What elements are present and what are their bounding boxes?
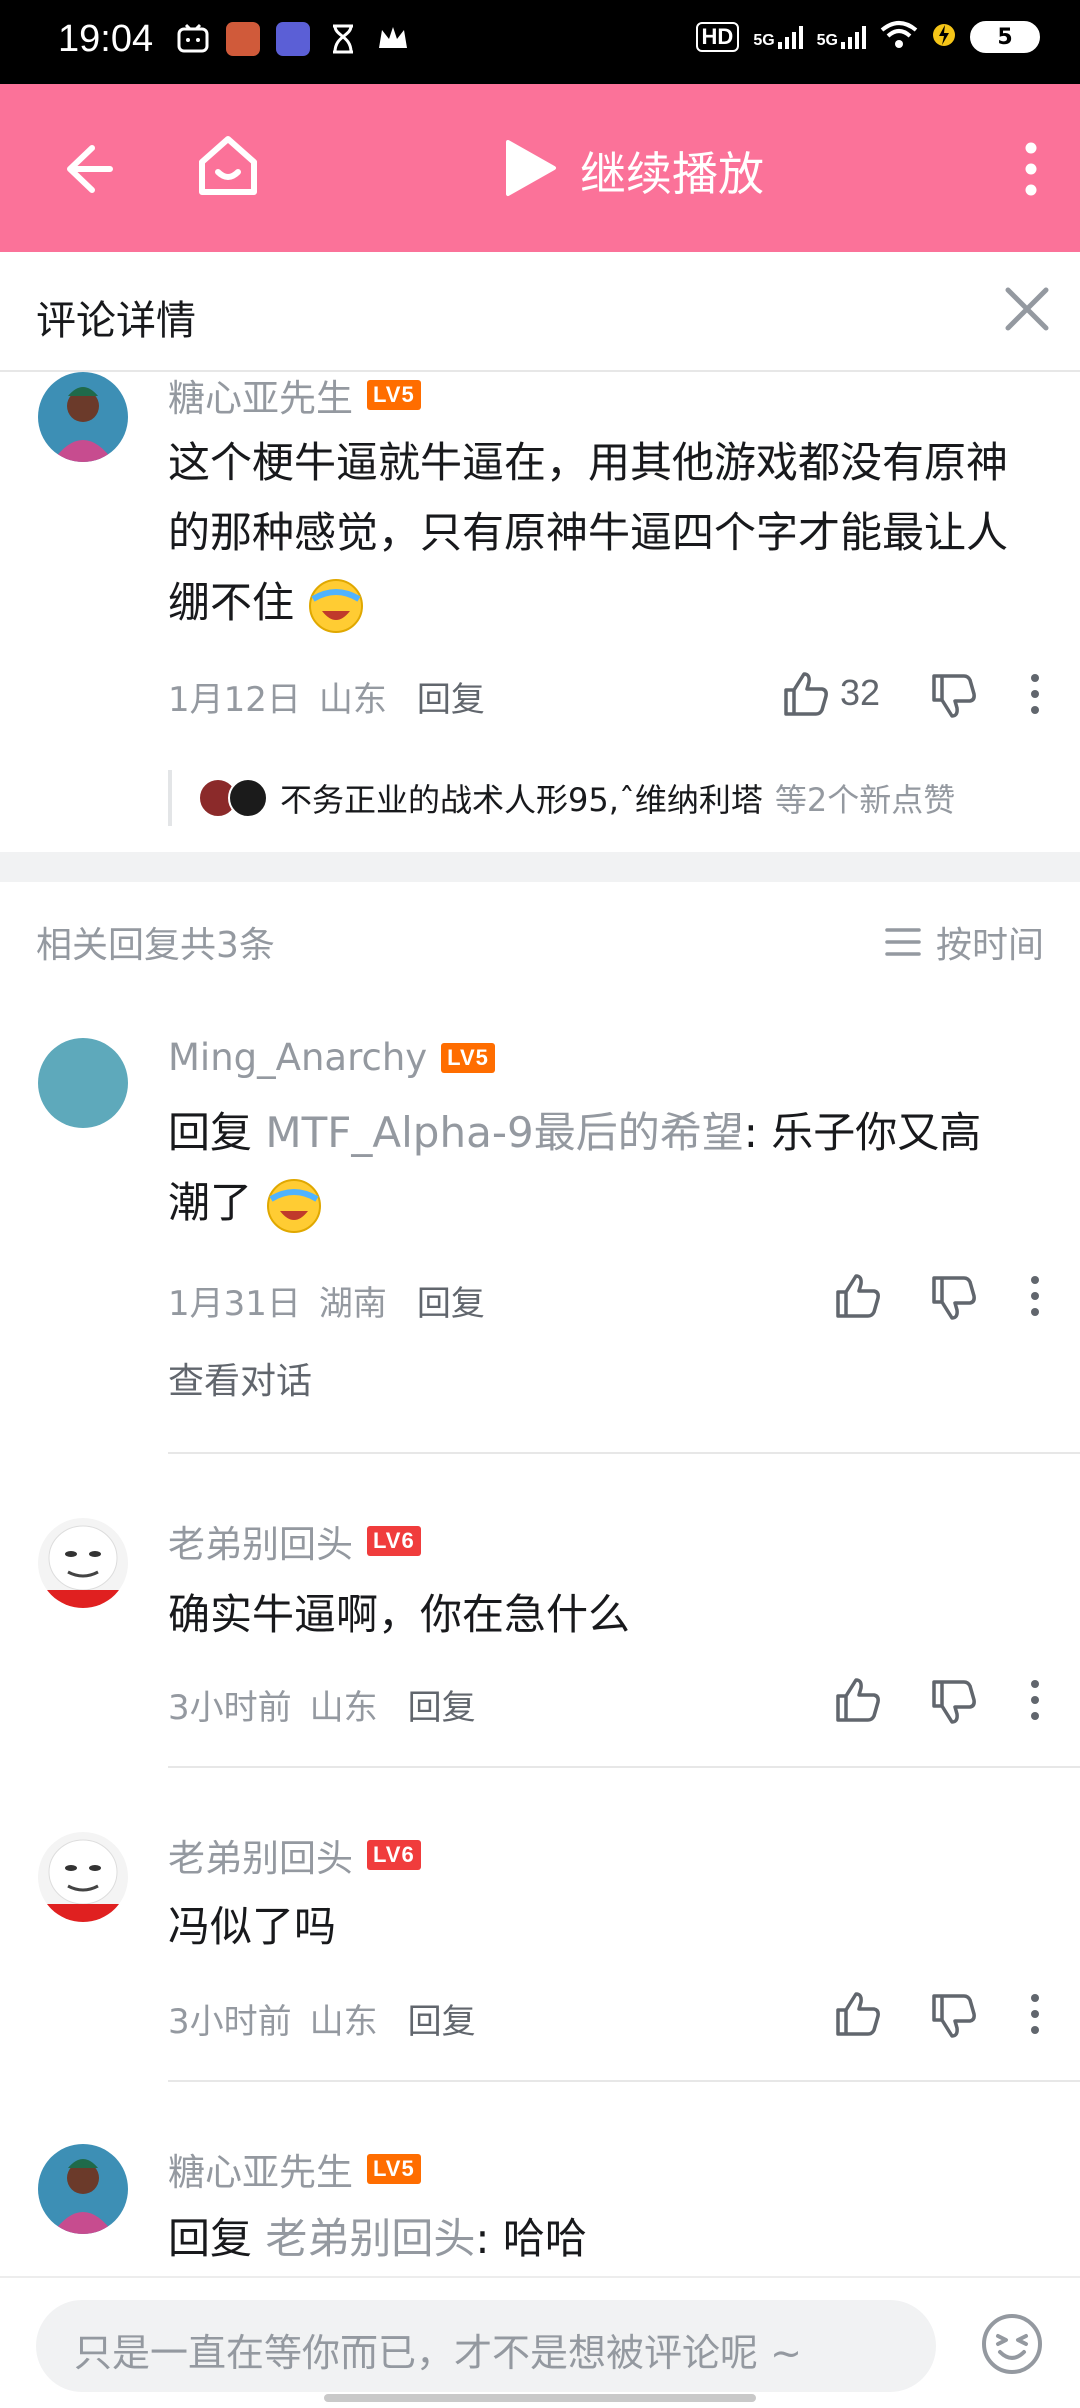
level-badge: LV6 xyxy=(367,1526,421,1556)
comment-location: 山东 xyxy=(318,680,387,720)
game-app-icon xyxy=(226,22,260,56)
notification-icons xyxy=(176,22,410,56)
back-icon[interactable] xyxy=(52,136,118,202)
reply-button[interactable]: 回复 xyxy=(417,1276,485,1325)
reply-button[interactable]: 回复 xyxy=(408,1680,476,1729)
replies-count: 相关回复共3条 xyxy=(36,925,275,966)
sort-button[interactable]: 按时间 xyxy=(884,916,1044,968)
reply-button[interactable]: 回复 xyxy=(408,1994,476,2043)
avatar[interactable] xyxy=(38,1518,128,1608)
dislike-icon[interactable] xyxy=(930,1678,978,1726)
comment-text: 这个梗牛逼就牛逼在，用其他游戏都没有原神的那种感觉，只有原神牛逼四个字才能最让人… xyxy=(168,428,1048,638)
comment-meta: 1月31日 湖南 回复 xyxy=(168,1276,485,1325)
page-title: 评论详情 xyxy=(36,298,196,344)
comment-username[interactable]: 糖心亚先生 LV5 xyxy=(168,2142,421,2196)
comment-input[interactable]: 只是一直在等你而已，才不是想被评论呢 ~ xyxy=(36,2300,936,2392)
wifi-icon xyxy=(880,20,918,54)
status-bar: 19:04 HD 5G 5G 5 xyxy=(0,0,1080,84)
level-badge: LV5 xyxy=(367,380,421,410)
liker-names: 不务正业的战术人形95,ˆ维纳利塔 xyxy=(280,781,763,819)
crown-icon xyxy=(376,22,410,56)
new-likes-bar[interactable]: 不务正业的战术人形95,ˆ维纳利塔 等2个新点赞 xyxy=(168,770,955,826)
avatar[interactable] xyxy=(38,1038,128,1128)
emoji-picker-icon[interactable] xyxy=(980,2312,1044,2376)
home-icon[interactable] xyxy=(192,130,264,202)
more-options-icon[interactable] xyxy=(1016,136,1046,202)
reply-target-link[interactable]: 老弟别回头 xyxy=(265,2214,475,2263)
level-badge: LV5 xyxy=(441,1042,495,1073)
comment-text: 回复 老弟别回头: 哈哈 xyxy=(168,2214,587,2263)
system-icons: HD 5G 5G 5 xyxy=(695,20,1040,54)
view-conversation-link[interactable]: 查看对话 xyxy=(168,1352,312,1404)
comment-detail-header: 评论详情 xyxy=(0,252,1080,372)
more-icon[interactable] xyxy=(1028,670,1042,718)
level-badge: LV5 xyxy=(367,2154,421,2184)
comment-location: 湖南 xyxy=(318,1284,387,1324)
comment-date: 3小时前 xyxy=(168,2002,292,2042)
like-count: 32 xyxy=(840,672,881,713)
signal2-icon: 5G xyxy=(817,24,866,50)
comment-location: 山东 xyxy=(309,2002,378,2042)
comment-location: 山东 xyxy=(309,1688,378,1728)
liker-avatars xyxy=(198,778,268,818)
comment-username[interactable]: 老弟别回头 LV6 xyxy=(168,1514,421,1568)
comment-username[interactable]: 糖心亚先生 LV5 xyxy=(168,368,421,422)
comment-date: 1月31日 xyxy=(168,1284,301,1324)
like-icon[interactable] xyxy=(782,670,830,718)
level-badge: LV6 xyxy=(367,1840,421,1870)
like-icon[interactable] xyxy=(834,1272,882,1320)
more-icon[interactable] xyxy=(1028,1272,1042,1320)
comment-meta: 3小时前 山东 回复 xyxy=(168,1680,476,1729)
sort-label[interactable]: 按时间 xyxy=(936,916,1044,968)
section-separator xyxy=(0,852,1080,882)
sort-icon xyxy=(884,926,922,958)
comment-input-bar: 只是一直在等你而已，才不是想被评论呢 ~ xyxy=(0,2276,1080,2408)
laugh-cry-emoji-icon xyxy=(265,1177,323,1235)
like-icon[interactable] xyxy=(834,1990,882,2038)
avatar[interactable] xyxy=(38,372,128,462)
liker-more: 等2个新点赞 xyxy=(774,781,956,819)
comment-meta: 1月12日 山东 回复 xyxy=(168,672,485,721)
dislike-icon[interactable] xyxy=(930,1992,978,2040)
close-icon[interactable] xyxy=(1000,282,1054,336)
hourglass-icon xyxy=(326,22,360,56)
comment-meta: 3小时前 山东 回复 xyxy=(168,1994,476,2043)
like-icon[interactable] xyxy=(834,1676,882,1724)
home-indicator[interactable] xyxy=(324,2394,756,2402)
continue-playing-button[interactable]: 继续播放 xyxy=(580,138,764,204)
more-icon[interactable] xyxy=(1028,1990,1042,2038)
signal1-icon: 5G xyxy=(753,24,803,50)
avatar[interactable] xyxy=(38,2144,128,2234)
divider xyxy=(168,1452,1080,1454)
app-icon xyxy=(276,22,310,56)
comment-input-placeholder: 只是一直在等你而已，才不是想被评论呢 ~ xyxy=(74,2331,802,2375)
dislike-icon[interactable] xyxy=(930,672,978,720)
replies-header: 相关回复共3条 按时间 xyxy=(0,882,1080,992)
avatar[interactable] xyxy=(38,1832,128,1922)
reply-target-link[interactable]: MTF_Alpha-9最后的希望 xyxy=(265,1108,743,1157)
comment-date: 1月12日 xyxy=(168,680,301,720)
comment-date: 3小时前 xyxy=(168,1688,292,1728)
comment-username[interactable]: 老弟别回头 LV6 xyxy=(168,1828,421,1882)
divider xyxy=(168,2080,1080,2082)
play-icon[interactable] xyxy=(500,138,560,198)
bilibili-notification-icon xyxy=(176,22,210,56)
reply-button[interactable]: 回复 xyxy=(417,672,485,721)
more-icon[interactable] xyxy=(1028,1676,1042,1724)
avatar xyxy=(228,778,268,818)
comment-text: 冯似了吗 xyxy=(168,1902,337,1951)
status-time: 19:04 xyxy=(58,18,154,60)
video-top-bar: 继续播放 xyxy=(0,84,1080,252)
battery-indicator: 5 xyxy=(970,21,1040,53)
divider xyxy=(168,1766,1080,1768)
comment-username[interactable]: Ming_Anarchy LV5 xyxy=(168,1036,495,1079)
laugh-cry-emoji-icon xyxy=(307,577,365,635)
dislike-icon[interactable] xyxy=(930,1274,978,1322)
comment-text: 确实牛逼啊，你在急什么 xyxy=(168,1590,631,1639)
comment-text: 回复 MTF_Alpha-9最后的希望: 乐子你又高 潮了 xyxy=(168,1098,1048,1238)
hd-indicator: HD xyxy=(695,22,740,52)
charging-icon xyxy=(932,20,956,54)
